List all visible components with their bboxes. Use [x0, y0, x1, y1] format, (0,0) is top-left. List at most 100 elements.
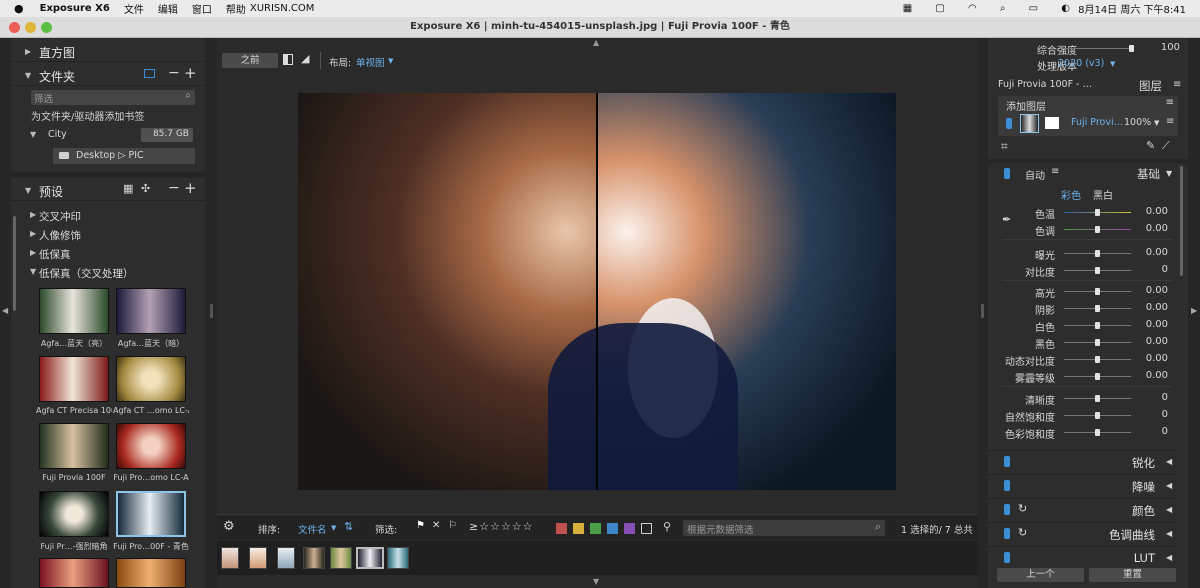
collapse-icon[interactable]: ✣ — [141, 182, 150, 195]
slider-row[interactable]: 清晰度 0 — [988, 390, 1188, 407]
chevron-down-icon[interactable]: ▼ — [331, 524, 336, 532]
section-toggle[interactable] — [1004, 504, 1010, 515]
previous-button[interactable]: 上一个 — [997, 568, 1084, 582]
color-label-blue[interactable] — [607, 523, 618, 534]
slider-track[interactable] — [1064, 305, 1131, 312]
slider-track[interactable] — [1064, 339, 1131, 346]
film-thumb[interactable] — [277, 547, 295, 569]
film-thumb[interactable] — [303, 547, 325, 569]
overall-strength-row[interactable]: 综合强度 100 — [988, 40, 1188, 57]
slider-track[interactable] — [1064, 250, 1131, 257]
chevron-down-icon[interactable]: ▼ — [1154, 119, 1159, 127]
collapse-top-icon[interactable]: ▲ — [593, 38, 599, 47]
flag-outline-icon[interactable]: ⚐ — [448, 520, 457, 531]
section-noise[interactable]: 降噪 ◀ — [988, 474, 1178, 496]
slider-track[interactable] — [1064, 356, 1131, 363]
add-preset-icon[interactable]: + — [184, 179, 197, 197]
slider-track[interactable] — [1064, 226, 1131, 233]
slider-row[interactable]: 雾霾等级 0.00 — [988, 368, 1188, 385]
preset-thumb[interactable] — [39, 558, 109, 588]
film-thumb[interactable] — [221, 547, 239, 569]
folder-path-row[interactable]: Desktop ▷ PIC — [53, 148, 195, 164]
layout-dropdown[interactable]: 单视图 — [356, 55, 385, 69]
right-splitter[interactable] — [978, 38, 988, 588]
metadata-filter-input[interactable]: 根据元数据筛选 ⌕ — [683, 520, 885, 536]
split-view-icon[interactable] — [283, 54, 293, 65]
folders-header[interactable]: ▼ 文件夹 − + — [11, 64, 205, 86]
slider-knob[interactable] — [1095, 250, 1100, 257]
menu-icon[interactable]: ≡ — [1051, 166, 1059, 177]
slider-knob[interactable] — [1095, 288, 1100, 295]
preset-thumb[interactable] — [39, 356, 109, 402]
slider-knob[interactable] — [1095, 356, 1100, 363]
preset-thumb[interactable] — [39, 423, 109, 469]
process-version-dropdown[interactable]: 2020 (v3) — [1058, 58, 1104, 69]
slider-knob[interactable] — [1095, 339, 1100, 346]
left-edge-toggle[interactable]: ◀ — [0, 38, 11, 588]
preset-group[interactable]: ▶ 交叉冲印 — [11, 207, 205, 224]
section-lut[interactable]: LUT ◀ — [988, 546, 1178, 568]
film-thumb-selected[interactable] — [356, 547, 384, 569]
right-edge-toggle[interactable]: ▶ — [1188, 38, 1200, 588]
color-label-red[interactable] — [556, 523, 567, 534]
slider-knob[interactable] — [1095, 209, 1100, 216]
metadata-filter-icon[interactable]: ⚲ — [663, 520, 671, 533]
left-scrollbar[interactable] — [13, 216, 16, 311]
preset-group-open[interactable]: ▼ 低保真（交叉处理） — [11, 264, 205, 281]
menu-icon[interactable]: ≡ — [1166, 116, 1174, 127]
layer-toggle[interactable] — [1006, 118, 1012, 129]
slider-row[interactable]: 对比度 0 — [988, 262, 1188, 279]
add-folder-icon[interactable]: + — [184, 64, 197, 82]
section-color[interactable]: ↻ 颜色 ◀ — [988, 498, 1178, 520]
slider-row[interactable]: 黑色 0.00 — [988, 334, 1188, 351]
right-scrollbar[interactable] — [1180, 166, 1183, 276]
minimize-button[interactable] — [25, 22, 36, 33]
display-icon[interactable] — [144, 69, 155, 78]
slider-track[interactable] — [1064, 412, 1131, 419]
menu-window[interactable]: 窗口 — [192, 1, 212, 16]
slider-knob[interactable] — [1095, 395, 1100, 402]
layer-mask[interactable] — [1045, 117, 1059, 129]
before-button[interactable]: 之前 — [222, 53, 278, 68]
bookmark-hint[interactable]: 为文件夹/驱动器添加书签 — [31, 108, 144, 123]
collapse-bottom-icon[interactable]: ▼ — [593, 577, 599, 586]
chevron-down-icon[interactable]: ▼ — [388, 57, 393, 65]
color-label-green[interactable] — [590, 523, 601, 534]
slider-track[interactable] — [1064, 395, 1131, 402]
slider-knob[interactable] — [1095, 322, 1100, 329]
folder-filter-input[interactable]: 筛选 ⌕ — [31, 90, 195, 105]
slider-row[interactable]: 动态对比度 0.00 — [988, 351, 1188, 368]
left-splitter[interactable] — [205, 38, 217, 588]
menu-icon[interactable]: ≡ — [1166, 97, 1174, 108]
slider-row[interactable]: 白色 0.00 — [988, 317, 1188, 334]
preset-thumb[interactable] — [39, 491, 109, 537]
chevron-down-icon[interactable]: ▼ — [1110, 60, 1115, 68]
slider-track[interactable] — [1064, 429, 1131, 436]
layer-opacity[interactable]: 100% — [1124, 117, 1151, 128]
app-menu[interactable]: Exposure X6 — [40, 3, 110, 14]
preset-thumb[interactable] — [116, 288, 186, 334]
slider-row[interactable]: 色温 0.00 — [988, 204, 1188, 221]
bw-tab[interactable]: 黑白 — [1093, 187, 1113, 202]
section-toggle[interactable] — [1004, 456, 1010, 467]
slider-knob[interactable] — [1095, 373, 1100, 380]
apple-icon[interactable]: ● — [14, 2, 24, 15]
slider-track[interactable] — [1064, 288, 1131, 295]
reject-icon[interactable]: ✕ — [432, 520, 440, 531]
crop-icon[interactable]: ⌗ — [1001, 139, 1008, 154]
close-button[interactable] — [9, 22, 20, 33]
slider-knob[interactable] — [1095, 412, 1100, 419]
basic-toggle[interactable] — [1004, 168, 1010, 179]
menu-icon[interactable]: ≡ — [1173, 79, 1181, 90]
sort-direction-icon[interactable]: ⇅ — [344, 520, 353, 533]
remove-folder-icon[interactable]: − — [168, 65, 180, 81]
film-thumb[interactable] — [330, 547, 352, 569]
add-layer-row[interactable]: 添加图层 ≡ — [998, 96, 1178, 113]
grid-view-icon[interactable]: ▦ — [123, 182, 133, 195]
process-version-row[interactable]: 处理版本 2020 (v3) ▼ — [988, 56, 1188, 73]
slider-row[interactable]: 阴影 0.00 — [988, 300, 1188, 317]
color-label-none[interactable] — [641, 523, 652, 534]
panel-divider[interactable] — [11, 172, 205, 178]
preset-thumb[interactable] — [116, 558, 186, 588]
section-toggle[interactable] — [1004, 552, 1010, 563]
